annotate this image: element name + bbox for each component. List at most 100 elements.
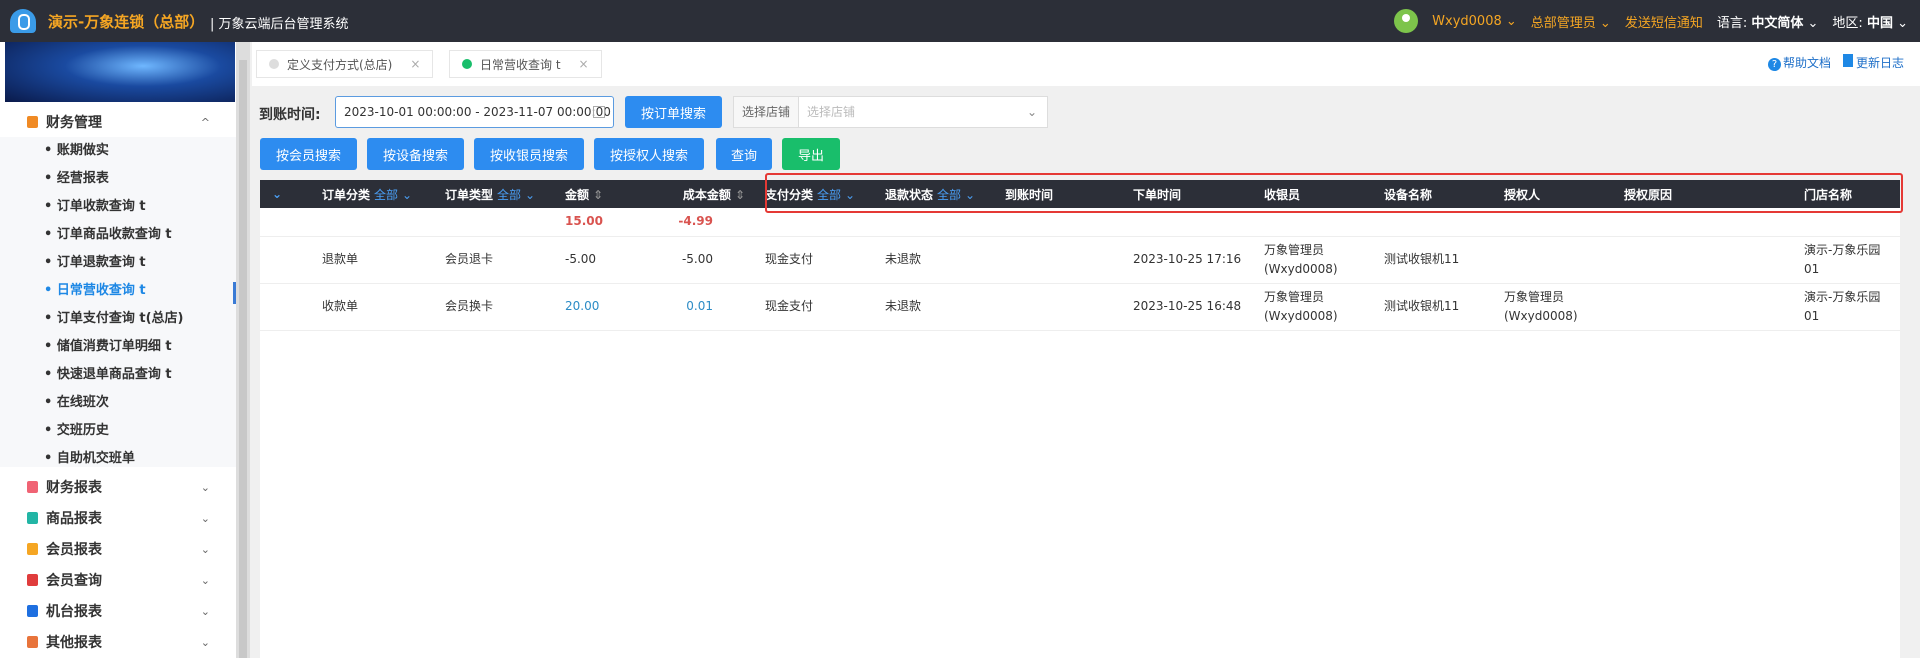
col-auth-reason: 授权原因	[1612, 180, 1792, 208]
cell-pay: 现金支付	[753, 236, 873, 284]
sidebar-item[interactable]: • 经营报表	[44, 166, 109, 192]
sidebar-banner	[5, 42, 235, 102]
sms-notify-link[interactable]: 发送短信通知	[1625, 12, 1703, 31]
tab-payment-methods[interactable]: 定义支付方式(总店) ×	[256, 50, 434, 78]
region-select[interactable]: 地区: 中国 ⌄	[1832, 12, 1908, 31]
cell-category: 收款单	[310, 283, 433, 331]
cell-refund: 未退款	[873, 283, 993, 331]
col-pay-category[interactable]: 支付分类 全部 ⌄	[753, 180, 873, 208]
col-arrival-time: 到账时间	[993, 180, 1121, 208]
authorizer-search-button[interactable]: 按授权人搜索	[594, 138, 704, 170]
sidebar-item[interactable]: • 订单退款查询 t	[44, 250, 146, 276]
sidebar-item[interactable]: • 自助机交班单	[44, 446, 135, 472]
report-icon	[27, 636, 38, 648]
col-cost[interactable]: 成本金额 ⇕	[635, 180, 753, 208]
sidebar-item[interactable]: • 交班历史	[44, 418, 109, 444]
sidebar-group[interactable]: 会员查询 ⌄	[0, 565, 236, 595]
order-search-button[interactable]: 按订单搜索	[625, 96, 722, 128]
chevron-down-icon: ⌄	[200, 542, 210, 556]
cloud-logo-icon	[10, 9, 36, 33]
tab-bar: 定义支付方式(总店) × 日常营收查询 t × ? 帮助文档 更新日志	[252, 42, 1920, 86]
table-row[interactable]: 退款单 会员退卡 -5.00 -5.00 现金支付 未退款 2023-10-25 17:16…	[260, 236, 1900, 284]
language-select[interactable]: 语言: 中文简体 ⌄	[1717, 12, 1819, 31]
cell-cost: -5.00	[635, 236, 753, 284]
date-label: 到账时间:	[259, 107, 321, 123]
device-search-button[interactable]: 按设备搜索	[367, 138, 464, 170]
sidebar-group-finance-management[interactable]: 财务管理 ^	[0, 107, 236, 137]
cell-amount: 20.00	[553, 283, 635, 331]
user-menu[interactable]: Wxyd0008 ⌄	[1432, 14, 1517, 29]
sidebar-item[interactable]: • 日常营收查询 t	[44, 278, 146, 304]
expand-column[interactable]: ⌄	[260, 180, 310, 208]
role-menu[interactable]: 总部管理员 ⌄	[1531, 12, 1611, 31]
close-icon[interactable]: ×	[579, 57, 589, 71]
sidebar-item[interactable]: • 账期做实	[44, 138, 109, 164]
cell-store: 演示-万象乐园 01	[1792, 283, 1900, 331]
cell-type: 会员换卡	[433, 283, 553, 331]
member-search-button[interactable]: 按会员搜索	[260, 138, 357, 170]
sort-icon: ⇕	[593, 187, 604, 202]
sidebar-item[interactable]: • 订单商品收款查询 t	[44, 222, 172, 248]
chevron-up-icon: ^	[200, 115, 210, 129]
table-row[interactable]: 收款单 会员换卡 20.00 0.01 现金支付 未退款 2023-10-25 16:48 万…	[260, 283, 1900, 331]
close-icon[interactable]: ×	[410, 57, 420, 71]
col-order-type[interactable]: 订单类型 全部 ⌄	[433, 180, 553, 208]
cell-auth: 万象管理员 (Wxyd0008)	[1492, 283, 1612, 331]
query-button[interactable]: 查询	[716, 138, 772, 170]
sidebar-group[interactable]: 会员报表 ⌄	[0, 534, 236, 564]
changelog-link[interactable]: 更新日志	[1842, 54, 1904, 71]
cell-device: 测试收银机11	[1372, 283, 1492, 331]
store-label: 选择店铺	[733, 96, 799, 128]
chevron-down-icon: ⌄	[1026, 105, 1037, 119]
cell-order-time: 2023-10-25 17:16	[1121, 236, 1252, 284]
cell-store: 演示-万象乐园 01	[1792, 236, 1900, 284]
col-authorizer: 授权人	[1492, 180, 1612, 208]
sidebar-item[interactable]: • 快速退单商品查询 t	[44, 362, 172, 388]
tab-daily-revenue[interactable]: 日常营收查询 t ×	[449, 50, 602, 78]
chevron-down-icon: ⌄	[200, 635, 210, 649]
cell-type: 会员退卡	[433, 236, 553, 284]
avatar[interactable]	[1394, 9, 1419, 33]
chevron-down-icon: ⌄	[200, 511, 210, 525]
sidebar-item[interactable]: • 订单收款查询 t	[44, 194, 146, 220]
date-range-input[interactable]: 2023-10-01 00:00:00 - 2023-11-07 00:00:0…	[335, 96, 614, 128]
cashier-search-button[interactable]: 按收银员搜索	[474, 138, 584, 170]
col-store: 门店名称	[1792, 180, 1900, 208]
cell-device: 测试收银机11	[1372, 236, 1492, 284]
sidebar-item[interactable]: • 在线班次	[44, 390, 109, 416]
col-order-category[interactable]: 订单分类 全部 ⌄	[310, 180, 433, 208]
cell-category: 退款单	[310, 236, 433, 284]
cell-arrive	[993, 283, 1121, 331]
cell-cashier: 万象管理员 (Wxyd0008)	[1252, 236, 1372, 284]
calculator-icon	[27, 116, 38, 128]
col-refund-status[interactable]: 退款状态 全部 ⌄	[873, 180, 993, 208]
export-button[interactable]: 导出	[782, 138, 840, 170]
col-amount[interactable]: 金额 ⇕	[553, 180, 635, 208]
col-order-time: 下单时间	[1121, 180, 1252, 208]
cell-cashier: 万象管理员 (Wxyd0008)	[1252, 283, 1372, 331]
sidebar-group[interactable]: 商品报表 ⌄	[0, 503, 236, 533]
report-icon	[27, 605, 38, 617]
sidebar-group[interactable]: 其他报表 ⌄	[0, 627, 236, 657]
system-title: | 万象云端后台管理系统	[210, 17, 349, 32]
chevron-down-icon: ⌄	[200, 480, 210, 494]
cell-order-time: 2023-10-25 16:48	[1121, 283, 1252, 331]
calendar-icon	[593, 106, 605, 118]
chevron-down-icon: ⌄	[200, 573, 210, 587]
help-doc-link[interactable]: ? 帮助文档	[1767, 54, 1831, 71]
cell-refund: 未退款	[873, 236, 993, 284]
report-icon	[27, 574, 38, 586]
sidebar-group[interactable]: 机台报表 ⌄	[0, 596, 236, 626]
chevron-down-icon: ⌄	[200, 604, 210, 618]
sidebar-item[interactable]: • 订单支付查询 t(总店)	[44, 306, 183, 332]
sidebar-item[interactable]: • 储值消费订单明细 t	[44, 334, 172, 360]
sidebar-group[interactable]: 财务报表 ⌄	[0, 472, 236, 502]
report-icon	[27, 543, 38, 555]
document-icon	[1842, 54, 1853, 67]
store-select[interactable]: 选择店铺 ⌄	[798, 96, 1048, 128]
col-device: 设备名称	[1372, 180, 1492, 208]
revenue-table: ⌄ 订单分类 全部 ⌄ 订单类型 全部 ⌄ 金额 ⇕ 成本金额 ⇕ 支付分类 全部 ⌄ 退款状态…	[260, 180, 1900, 658]
summary-row: 15.00 -4.99	[260, 208, 1900, 237]
cell-reason	[1612, 283, 1792, 331]
question-icon: ?	[1767, 58, 1781, 71]
